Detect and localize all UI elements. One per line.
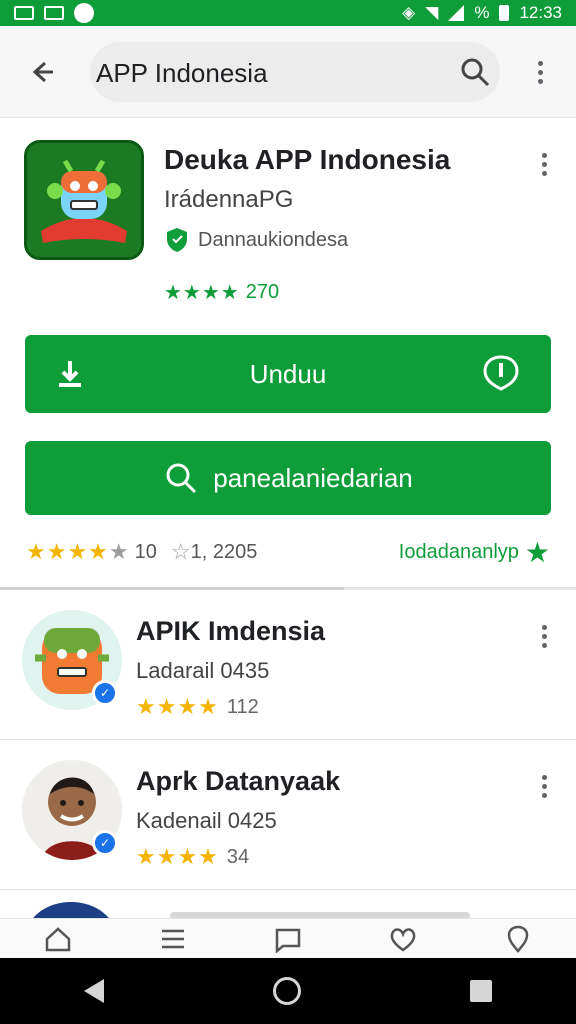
more-vert-icon[interactable]	[524, 56, 556, 88]
download-button[interactable]: Unduu	[25, 335, 551, 413]
app-title: Deuka APP Indonesia	[164, 144, 451, 175]
star-icon[interactable]: ★	[525, 536, 550, 569]
partially-visible-list-item[interactable]	[0, 890, 576, 920]
bottom-navigation	[0, 918, 576, 958]
circle-home-icon[interactable]	[272, 977, 301, 1005]
time-text: 12:33	[519, 3, 562, 22]
search-icon[interactable]	[458, 55, 492, 89]
heart-icon[interactable]	[386, 924, 420, 954]
avatar: ✓	[22, 760, 122, 860]
signal-icon	[448, 5, 465, 21]
result-count: 112	[226, 695, 259, 718]
search-toolbar: APP Indonesia	[0, 26, 576, 118]
search-bar[interactable]: APP Indonesia	[90, 42, 500, 102]
more-vert-icon[interactable]	[532, 770, 556, 802]
avatar: ✓	[22, 610, 122, 710]
green-star-rating-icons: ★★★★	[164, 282, 240, 304]
clock-icon	[74, 3, 94, 23]
shield-alert-icon	[481, 353, 521, 393]
result-title[interactable]: Aprk Datanyaak	[136, 766, 340, 797]
app-developer[interactable]: IrádennaPG	[164, 186, 293, 214]
home-icon[interactable]	[41, 924, 75, 954]
verified-developer: Dannaukiondesa	[164, 226, 348, 254]
summary-link-text[interactable]: Iodadananlyp	[399, 541, 519, 564]
download-icon	[51, 355, 89, 393]
result-title[interactable]: APIK Imdensia	[136, 616, 325, 647]
result-rating: ★★★★ 112	[136, 694, 259, 720]
magnifier-icon	[163, 460, 199, 496]
search-query[interactable]: APP Indonesia	[96, 58, 268, 89]
rating-text: 10	[134, 540, 157, 563]
notification-box-icon	[14, 6, 34, 20]
shield-icon	[164, 226, 190, 254]
yellow-stars-icon: ★★★★	[136, 694, 219, 719]
status-right: ◈ ◥ % 12:33	[402, 3, 562, 23]
wifi-icon: ◥	[425, 3, 439, 22]
battery-text: %	[474, 3, 490, 22]
secondary-search-button[interactable]: panealaniedarian	[25, 441, 551, 515]
download-label: Unduu	[249, 358, 327, 389]
reviews-text: 1, 2205	[190, 540, 258, 563]
yellow-stars-icon: ★★★★	[136, 844, 219, 869]
battery-icon	[499, 5, 510, 21]
app-header: Deuka APP Indonesia IrádennaPG Dannaukio…	[0, 118, 576, 318]
secondary-label: panealaniedarian	[213, 462, 413, 493]
list-item[interactable]: ✓ APIK Imdensia Ladarail 0435 ★★★★ 112	[0, 590, 576, 740]
vibrate-icon: ◈	[402, 3, 416, 22]
back-arrow-icon[interactable]	[24, 54, 60, 90]
list-item[interactable]: ✓ Aprk Datanyaak Kadenail 0425 ★★★★ 34	[0, 740, 576, 890]
chat-icon[interactable]	[271, 924, 305, 954]
status-left	[14, 3, 94, 23]
square-recents-icon[interactable]	[469, 980, 492, 1002]
more-vert-icon[interactable]	[532, 620, 556, 652]
system-navigation-bar	[0, 958, 576, 1024]
yellow-stars-icon: ★★★★	[26, 539, 109, 564]
image-icon	[44, 6, 64, 20]
rating-summary: ★★★★ ★ 10 ☆ 1, 2205 Iodadananlyp ★	[26, 535, 550, 569]
gray-star-icon: ★	[108, 539, 129, 564]
app-rating: ★★★★ 270	[164, 280, 279, 305]
status-bar: ◈ ◥ % 12:33	[0, 0, 576, 26]
location-icon[interactable]	[501, 924, 535, 954]
app-icon	[24, 140, 144, 260]
triangle-back-icon[interactable]	[84, 979, 105, 1003]
verified-text: Dannaukiondesa	[198, 228, 349, 251]
result-subtitle: Kadenail 0425	[136, 808, 277, 833]
list-icon[interactable]	[156, 924, 190, 954]
outline-star-icon: ☆	[170, 539, 191, 564]
result-rating: ★★★★ 34	[136, 844, 249, 870]
app-more-vert-icon[interactable]	[532, 148, 556, 180]
summary-link[interactable]: Iodadananlyp ★	[399, 536, 550, 569]
result-subtitle: Ladarail 0435	[136, 658, 270, 683]
verified-badge-icon: ✓	[92, 680, 118, 706]
rating-count: 270	[245, 281, 280, 303]
verified-badge-icon: ✓	[92, 830, 118, 856]
result-count: 34	[226, 845, 250, 868]
